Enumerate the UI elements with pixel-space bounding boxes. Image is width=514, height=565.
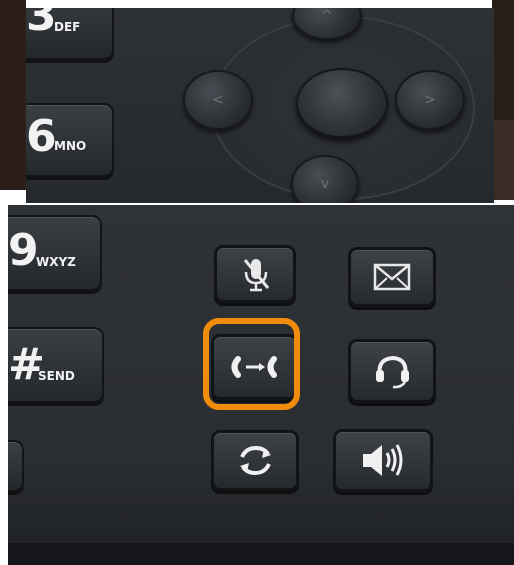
nav-up-button[interactable]: ^ — [292, 8, 362, 40]
chevron-up-icon: ^ — [321, 8, 333, 24]
key-6-digit: 6 — [26, 111, 57, 162]
key-partial[interactable] — [8, 440, 24, 492]
background-surface-left — [0, 0, 26, 190]
message-button[interactable] — [348, 247, 436, 307]
key-9-letters: WXYZ — [36, 255, 76, 269]
nav-down-button[interactable]: v — [291, 155, 359, 203]
highlight-box — [203, 318, 300, 410]
key-3-letters: DEF — [54, 20, 81, 34]
phone-photo: 3 DEF 6 MNO ^ < > v 9 WXYZ # SEND — [0, 0, 514, 565]
nav-right-button[interactable]: > — [395, 70, 465, 130]
key-6-letters: MNO — [54, 139, 87, 153]
redial-button[interactable] — [211, 430, 299, 491]
key-3-digit: 3 — [26, 8, 57, 41]
chevron-left-icon: < — [212, 92, 224, 108]
envelope-icon — [373, 263, 411, 291]
chevron-down-icon: v — [320, 176, 330, 192]
key-9[interactable]: 9 WXYZ — [8, 215, 102, 291]
nav-left-button[interactable]: < — [183, 70, 253, 130]
background-surface-right — [492, 0, 514, 200]
chevron-right-icon: > — [424, 92, 436, 108]
speaker-icon — [363, 444, 403, 476]
key-hash[interactable]: # SEND — [8, 327, 104, 403]
mute-button[interactable] — [214, 245, 296, 303]
mute-icon — [243, 259, 270, 292]
speaker-button[interactable] — [333, 429, 433, 492]
headset-button[interactable] — [348, 339, 436, 403]
phone-bottom-edge — [8, 543, 514, 565]
refresh-icon — [240, 445, 271, 476]
key-6[interactable]: 6 MNO — [26, 103, 114, 177]
key-3[interactable]: 3 DEF — [26, 8, 114, 60]
phone-lower-panel: 9 WXYZ # SEND — [8, 205, 514, 565]
headset-icon — [376, 355, 409, 389]
key-hash-letters: SEND — [38, 369, 75, 383]
nav-ok-button[interactable] — [296, 68, 388, 138]
phone-upper-panel: 3 DEF 6 MNO ^ < > v — [26, 8, 494, 203]
key-9-digit: 9 — [8, 225, 39, 276]
